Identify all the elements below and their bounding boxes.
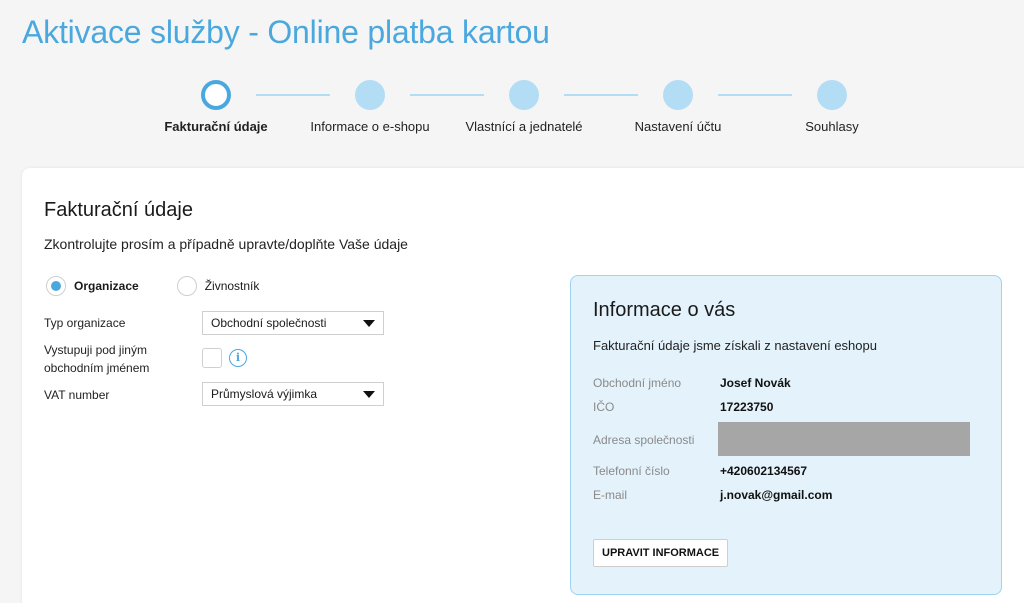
info-panel: Informace o vás Fakturační údaje jsme zí… bbox=[570, 275, 1002, 595]
radio-sole-trader[interactable] bbox=[176, 276, 197, 296]
step-indicator-4[interactable] bbox=[663, 80, 693, 110]
step-label-billing[interactable]: Fakturační údaje bbox=[164, 119, 267, 134]
info-value-address-redacted bbox=[718, 422, 970, 456]
vat-label: VAT number bbox=[44, 388, 110, 402]
step-label-consents[interactable]: Souhlasy bbox=[805, 119, 858, 134]
step-label-owners[interactable]: Vlastnící a jednatelé bbox=[465, 119, 582, 134]
info-key-phone: Telefonní číslo bbox=[593, 464, 670, 478]
info-value-name: Josef Novák bbox=[720, 376, 791, 390]
trade-name-label-line1: Vystupuji pod jiným bbox=[44, 343, 147, 357]
info-key-ico: IČO bbox=[593, 400, 615, 414]
chevron-down-icon bbox=[363, 391, 375, 398]
step-label-eshop[interactable]: Informace o e-shopu bbox=[310, 119, 429, 134]
step-connector bbox=[718, 94, 792, 96]
info-key-email: E-mail bbox=[593, 488, 628, 502]
section-subtitle: Zkontrolujte prosím a případně upravte/d… bbox=[44, 236, 408, 252]
radio-organization[interactable] bbox=[46, 276, 66, 296]
info-key-name: Obchodní jméno bbox=[593, 376, 682, 390]
info-icon[interactable]: i bbox=[229, 349, 247, 367]
vat-select[interactable]: Průmyslová výjimka bbox=[202, 382, 384, 406]
edit-info-button[interactable]: UPRAVIT INFORMACE bbox=[593, 539, 729, 567]
radio-sole-trader-label[interactable]: Živnostník bbox=[205, 279, 260, 293]
page-title: Aktivace služby - Online platba kartou bbox=[22, 14, 550, 50]
org-type-value: Obchodní společnosti bbox=[211, 316, 327, 330]
org-type-label: Typ organizace bbox=[44, 316, 126, 330]
step-label-account[interactable]: Nastavení účtu bbox=[635, 119, 722, 134]
trade-name-label-line2: obchodním jménem bbox=[44, 361, 150, 375]
info-key-address: Adresa společnosti bbox=[593, 433, 695, 447]
section-title: Fakturační údaje bbox=[44, 199, 193, 221]
info-subtitle: Fakturační údaje jsme získali z nastaven… bbox=[593, 338, 877, 353]
trade-name-checkbox[interactable] bbox=[202, 348, 222, 368]
step-indicator-3[interactable] bbox=[509, 80, 539, 110]
step-indicator-5[interactable] bbox=[817, 80, 847, 110]
step-connector bbox=[564, 94, 638, 96]
vat-value: Průmyslová výjimka bbox=[211, 387, 318, 401]
entity-type-radio-group: Organizace Živnostník bbox=[46, 276, 259, 296]
info-title: Informace o vás bbox=[593, 299, 736, 321]
radio-organization-label[interactable]: Organizace bbox=[74, 279, 139, 293]
org-type-select[interactable]: Obchodní společnosti bbox=[202, 311, 384, 335]
info-value-phone: +420602134567 bbox=[720, 464, 808, 478]
progress-stepper: Fakturační údaje Informace o e-shopu Vla… bbox=[0, 78, 1024, 138]
chevron-down-icon bbox=[363, 320, 375, 327]
step-indicator-1[interactable] bbox=[201, 80, 231, 110]
info-value-ico: 17223750 bbox=[720, 400, 774, 414]
info-value-email: j.novak@gmail.com bbox=[720, 488, 833, 502]
step-connector bbox=[256, 94, 330, 96]
step-indicator-2[interactable] bbox=[355, 80, 385, 110]
billing-card: Fakturační údaje Zkontrolujte prosím a p… bbox=[22, 168, 1024, 603]
step-connector bbox=[410, 94, 484, 96]
